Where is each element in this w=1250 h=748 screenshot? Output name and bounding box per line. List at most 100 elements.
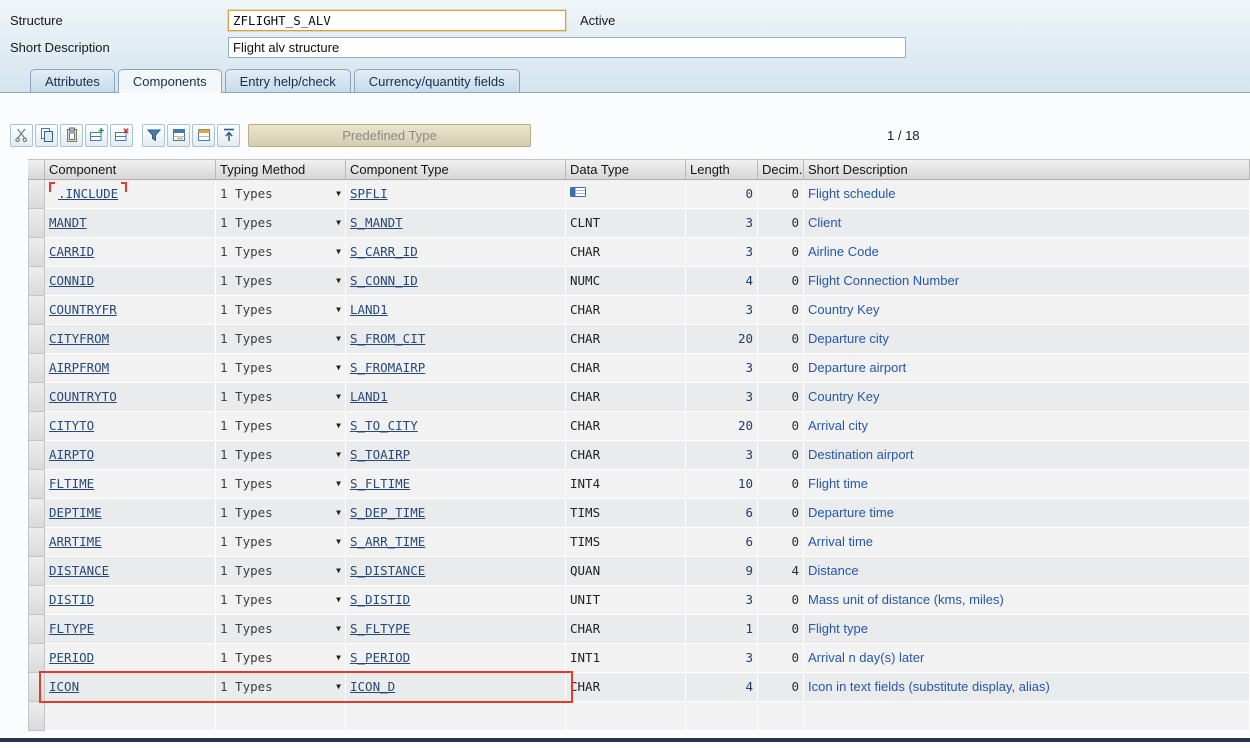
- tab-currency-quantity-fields[interactable]: Currency/quantity fields: [353, 69, 520, 92]
- typing-method-dropdown-icon[interactable]: ▼: [336, 557, 341, 585]
- component-type-cell[interactable]: SPFLI: [346, 180, 566, 209]
- component-cell[interactable]: CITYFROM: [45, 325, 216, 354]
- typing-method-cell[interactable]: 1 Types ▼: [216, 209, 346, 238]
- row-selector[interactable]: [28, 238, 45, 267]
- row-selector[interactable]: [28, 296, 45, 325]
- component-name[interactable]: COUNTRYTO: [49, 389, 117, 404]
- row-selector[interactable]: [28, 644, 45, 673]
- short-description-cell[interactable]: Arrival time: [804, 528, 1250, 557]
- component-type-link[interactable]: S_CONN_ID: [350, 273, 418, 288]
- short-description-cell[interactable]: Arrival city: [804, 412, 1250, 441]
- component-name[interactable]: .INCLUDE: [58, 186, 118, 201]
- typing-method-cell[interactable]: 1 Types ▼: [216, 557, 346, 586]
- component-type-link[interactable]: S_ARR_TIME: [350, 534, 425, 549]
- typing-method-cell[interactable]: 1 Types ▼: [216, 238, 346, 267]
- component-type-cell[interactable]: S_ARR_TIME: [346, 528, 566, 557]
- component-name[interactable]: DEPTIME: [49, 505, 102, 520]
- component-type-cell[interactable]: S_FLTYPE: [346, 615, 566, 644]
- typing-method-dropdown-icon[interactable]: ▼: [336, 325, 341, 353]
- row-selector[interactable]: [28, 557, 45, 586]
- component-cell[interactable]: MANDT: [45, 209, 216, 238]
- short-description-cell[interactable]: Arrival n day(s) later: [804, 644, 1250, 673]
- component-name[interactable]: AIRPFROM: [49, 360, 109, 375]
- short-description-cell[interactable]: Flight schedule: [804, 180, 1250, 209]
- typing-method-cell[interactable]: [216, 702, 346, 731]
- short-description-cell[interactable]: Mass unit of distance (kms, miles): [804, 586, 1250, 615]
- typing-method-dropdown-icon[interactable]: ▼: [336, 615, 341, 643]
- component-type-link[interactable]: LAND1: [350, 389, 388, 404]
- typing-method-cell[interactable]: 1 Types ▼: [216, 325, 346, 354]
- insert-row-button[interactable]: [85, 123, 108, 147]
- component-cell[interactable]: ARRTIME: [45, 528, 216, 557]
- component-name[interactable]: MANDT: [49, 215, 87, 230]
- typing-method-dropdown-icon[interactable]: ▼: [336, 499, 341, 527]
- expand-include-button[interactable]: [167, 123, 190, 147]
- component-cell[interactable]: DISTID: [45, 586, 216, 615]
- component-name[interactable]: ICON: [49, 679, 79, 694]
- row-selector[interactable]: [28, 615, 45, 644]
- typing-method-dropdown-icon[interactable]: ▼: [336, 441, 341, 469]
- typing-method-dropdown-icon[interactable]: ▼: [336, 354, 341, 382]
- component-type-cell[interactable]: S_DEP_TIME: [346, 499, 566, 528]
- short-description-cell[interactable]: Airline Code: [804, 238, 1250, 267]
- tab-attributes[interactable]: Attributes: [30, 69, 115, 92]
- component-type-link[interactable]: S_FROM_CIT: [350, 331, 425, 346]
- component-name[interactable]: CARRID: [49, 244, 94, 259]
- paste-button[interactable]: [60, 123, 83, 147]
- component-cell[interactable]: FLTIME: [45, 470, 216, 499]
- filter-button[interactable]: [142, 123, 165, 147]
- typing-method-cell[interactable]: 1 Types ▼: [216, 586, 346, 615]
- row-selector[interactable]: [28, 499, 45, 528]
- scroll-top-button[interactable]: [217, 123, 240, 147]
- component-cell[interactable]: ICON: [45, 673, 216, 702]
- copy-button[interactable]: [35, 123, 58, 147]
- row-selector[interactable]: [28, 325, 45, 354]
- row-selector[interactable]: [28, 180, 45, 209]
- component-cell[interactable]: CITYTO: [45, 412, 216, 441]
- short-description-cell[interactable]: [804, 702, 1250, 731]
- short-description-cell[interactable]: Country Key: [804, 383, 1250, 412]
- short-description-cell[interactable]: Departure airport: [804, 354, 1250, 383]
- component-name[interactable]: CITYTO: [49, 418, 94, 433]
- component-cell[interactable]: AIRPTO: [45, 441, 216, 470]
- component-cell[interactable]: PERIOD: [45, 644, 216, 673]
- typing-method-cell[interactable]: 1 Types ▼: [216, 673, 346, 702]
- component-cell[interactable]: CARRID: [45, 238, 216, 267]
- select-all-cell[interactable]: [28, 159, 45, 180]
- typing-method-cell[interactable]: 1 Types ▼: [216, 383, 346, 412]
- short-description-cell[interactable]: Client: [804, 209, 1250, 238]
- row-selector[interactable]: [28, 209, 45, 238]
- typing-method-dropdown-icon[interactable]: ▼: [336, 673, 341, 701]
- component-type-link[interactable]: S_FLTIME: [350, 476, 410, 491]
- row-selector[interactable]: [28, 702, 45, 731]
- component-type-link[interactable]: S_TOAIRP: [350, 447, 410, 462]
- component-type-cell[interactable]: S_FLTIME: [346, 470, 566, 499]
- component-type-cell[interactable]: S_CONN_ID: [346, 267, 566, 296]
- typing-method-dropdown-icon[interactable]: ▼: [336, 238, 341, 266]
- component-name[interactable]: PERIOD: [49, 650, 94, 665]
- row-selector[interactable]: [28, 383, 45, 412]
- component-name[interactable]: AIRPTO: [49, 447, 94, 462]
- typing-method-cell[interactable]: 1 Types ▼: [216, 441, 346, 470]
- component-type-cell[interactable]: ICON_D: [346, 673, 566, 702]
- component-name[interactable]: CONNID: [49, 273, 94, 288]
- component-cell[interactable]: [45, 702, 216, 731]
- short-description-cell[interactable]: Country Key: [804, 296, 1250, 325]
- short-description-cell[interactable]: Distance: [804, 557, 1250, 586]
- component-name[interactable]: CITYFROM: [49, 331, 109, 346]
- row-selector[interactable]: [28, 470, 45, 499]
- component-type-cell[interactable]: S_FROM_CIT: [346, 325, 566, 354]
- typing-method-cell[interactable]: 1 Types ▼: [216, 470, 346, 499]
- component-name[interactable]: DISTID: [49, 592, 94, 607]
- typing-method-cell[interactable]: 1 Types ▼: [216, 412, 346, 441]
- component-type-cell[interactable]: [346, 702, 566, 731]
- typing-method-dropdown-icon[interactable]: ▼: [336, 586, 341, 614]
- typing-method-cell[interactable]: 1 Types ▼: [216, 615, 346, 644]
- component-type-link[interactable]: S_DEP_TIME: [350, 505, 425, 520]
- component-name[interactable]: COUNTRYFR: [49, 302, 117, 317]
- tab-entry-help-check[interactable]: Entry help/check: [224, 69, 351, 92]
- structure-input[interactable]: ZFLIGHT_S_ALV: [228, 10, 566, 31]
- typing-method-cell[interactable]: 1 Types ▼: [216, 499, 346, 528]
- short-description-cell[interactable]: Flight time: [804, 470, 1250, 499]
- typing-method-cell[interactable]: 1 Types ▼: [216, 528, 346, 557]
